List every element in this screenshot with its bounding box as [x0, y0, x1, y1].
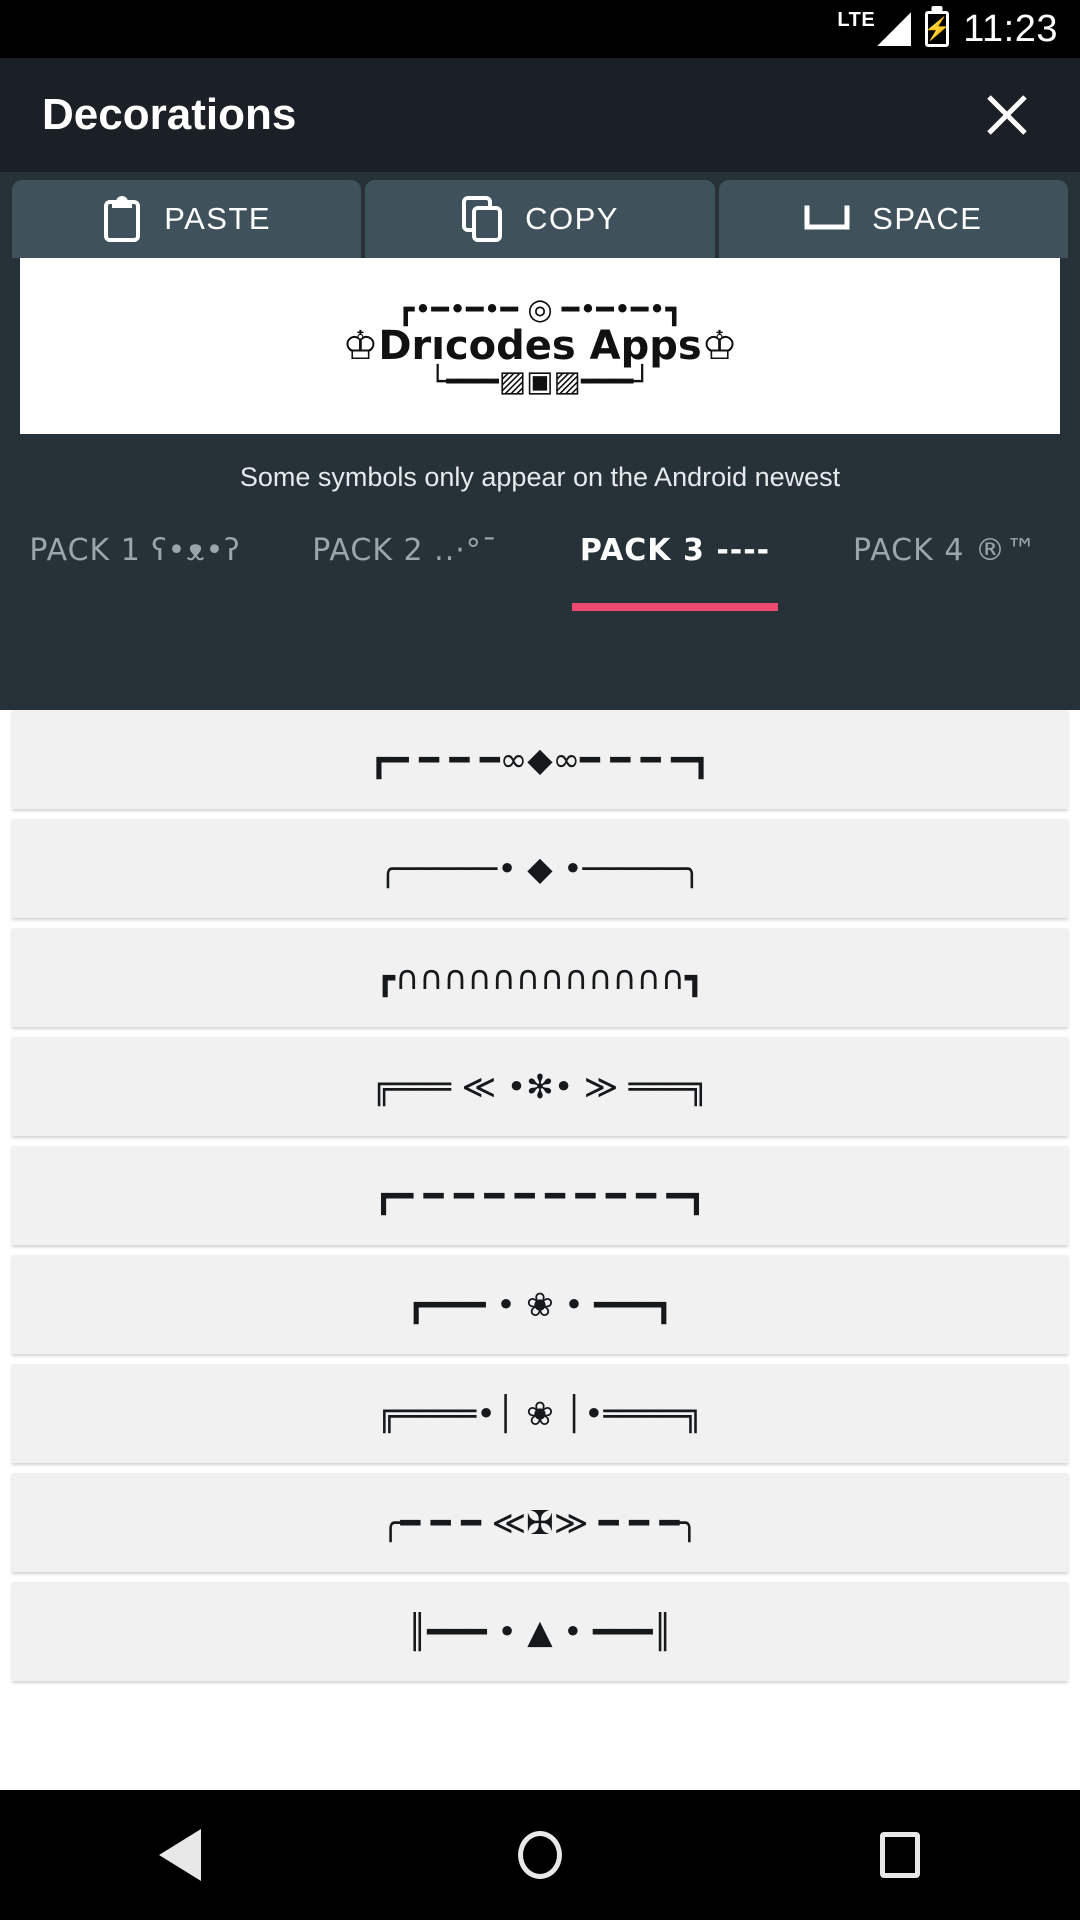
copy-label: COPY [525, 201, 619, 236]
list-item[interactable]: ╭━ ━ ━ ≪✠≫ ━ ━ ━╮ [12, 1473, 1068, 1572]
network-indicator: LTE [837, 9, 912, 46]
preview-line-mid: ♔Drıcodes Apps♔ [342, 323, 738, 369]
copy-button[interactable]: COPY [365, 180, 715, 258]
action-bar: PASTE COPY SPACE [0, 172, 1080, 258]
tab-pack-1[interactable]: PACK 1 ʕ•ᴥ•ʔ [0, 519, 270, 611]
signal-triangle-icon [877, 12, 912, 46]
nav-back-button[interactable] [120, 1795, 240, 1915]
copy-pages-icon [461, 195, 503, 243]
decoration-art: ┏━ ━ ━ ━∞◆∞━ ━ ━ ━┓ [369, 740, 711, 779]
status-time: 11:23 [963, 8, 1058, 50]
tab-indicator [302, 603, 507, 611]
tab-pack-2-label: PACK 2 ..·°¯ [312, 533, 498, 568]
decoration-art: ╔═══ ≪ •✻• ≫ ═══╗ [371, 1067, 709, 1106]
triangle-back-icon [159, 1829, 201, 1881]
decoration-art: ┏━━━ • ❀ • ━━━┓ [406, 1285, 674, 1324]
clipboard-icon [102, 196, 142, 242]
nav-home-button[interactable] [480, 1795, 600, 1915]
list-item[interactable]: ╔════•│ ❀ │•════╗ [12, 1364, 1068, 1463]
preview-card[interactable]: ┏•━•━•━ ◎ ━•━•━•┓ ♔Drıcodes Apps♔ └━━━▨▣… [20, 258, 1060, 434]
tab-pack-2[interactable]: PACK 2 ..·°¯ [270, 519, 540, 611]
app-bar: Decorations [0, 58, 1080, 172]
decoration-art: ║━━━ • ▲ • ━━━║ [407, 1612, 673, 1651]
list-item[interactable]: ┏━━━ • ❀ • ━━━┓ [12, 1255, 1068, 1354]
space-button[interactable]: SPACE [718, 180, 1068, 258]
network-label: LTE [837, 9, 876, 31]
tab-indicator-active [572, 603, 778, 611]
decoration-list[interactable]: ┏━ ━ ━ ━∞◆∞━ ━ ━ ━┓ ╭─────• ◆ •─────╮ ┏∩… [0, 710, 1080, 1790]
decoration-art: ┏∩∩∩∩∩∩∩∩∩∩∩∩┓ [375, 958, 705, 997]
tab-indicator [32, 603, 237, 611]
list-item[interactable]: ║━━━ • ▲ • ━━━║ [12, 1582, 1068, 1681]
preview-line-bottom: └━━━▨▣▨━━━┘ [429, 364, 651, 398]
nav-recents-button[interactable] [840, 1795, 960, 1915]
spacebar-icon [804, 205, 850, 233]
circle-home-icon [518, 1831, 562, 1879]
decoration-art: ┏━ ━ ━ ━ ━ ━ ━ ━ ━ ━┓ [373, 1176, 707, 1215]
tab-pack-1-label: PACK 1 ʕ•ᴥ•ʔ [29, 533, 241, 568]
decoration-art: ╭─────• ◆ •─────╮ [378, 849, 702, 888]
paste-button[interactable]: PASTE [12, 180, 362, 258]
tab-pack-3[interactable]: PACK 3 ---- [540, 519, 810, 611]
decoration-art: ╭━ ━ ━ ≪✠≫ ━ ━ ━╮ [380, 1503, 700, 1542]
close-button[interactable] [976, 84, 1038, 146]
tab-pack-4[interactable]: PACK 4 ®™ [810, 519, 1080, 611]
space-label: SPACE [872, 201, 983, 236]
list-item[interactable]: ╭─────• ◆ •─────╮ [12, 819, 1068, 918]
page-title: Decorations [42, 90, 297, 139]
list-item[interactable]: ╔═══ ≪ •✻• ≫ ═══╗ [12, 1037, 1068, 1136]
phone-screen: LTE ⚡ 11:23 Decorations PASTE COPY SPACE… [0, 0, 1080, 1920]
list-item[interactable]: ┏∩∩∩∩∩∩∩∩∩∩∩∩┓ [12, 928, 1068, 1027]
status-bar: LTE ⚡ 11:23 [0, 0, 1080, 58]
battery-charging-icon: ⚡ [923, 11, 951, 47]
list-item[interactable]: ┏━ ━ ━ ━ ━ ━ ━ ━ ━ ━┓ [12, 1146, 1068, 1245]
android-nav-bar [0, 1790, 1080, 1920]
tab-pack-4-label: PACK 4 ®™ [853, 533, 1037, 568]
decoration-art: ╔════•│ ❀ │•════╗ [377, 1394, 703, 1433]
preview-line-top: ┏•━•━•━ ◎ ━•━•━•┓ [396, 292, 684, 327]
pack-tabs: PACK 1 ʕ•ᴥ•ʔ PACK 2 ..·°¯ PACK 3 ---- PA… [0, 519, 1080, 611]
paste-label: PASTE [164, 201, 272, 236]
close-icon [987, 95, 1027, 135]
hint-text: Some symbols only appear on the Android … [239, 462, 841, 492]
square-recents-icon [880, 1832, 920, 1878]
tab-pack-3-label: PACK 3 ---- [579, 533, 771, 568]
bolt-glyph: ⚡ [923, 16, 951, 41]
tab-indicator [842, 603, 1047, 611]
list-item[interactable]: ┏━ ━ ━ ━∞◆∞━ ━ ━ ━┓ [12, 710, 1068, 809]
